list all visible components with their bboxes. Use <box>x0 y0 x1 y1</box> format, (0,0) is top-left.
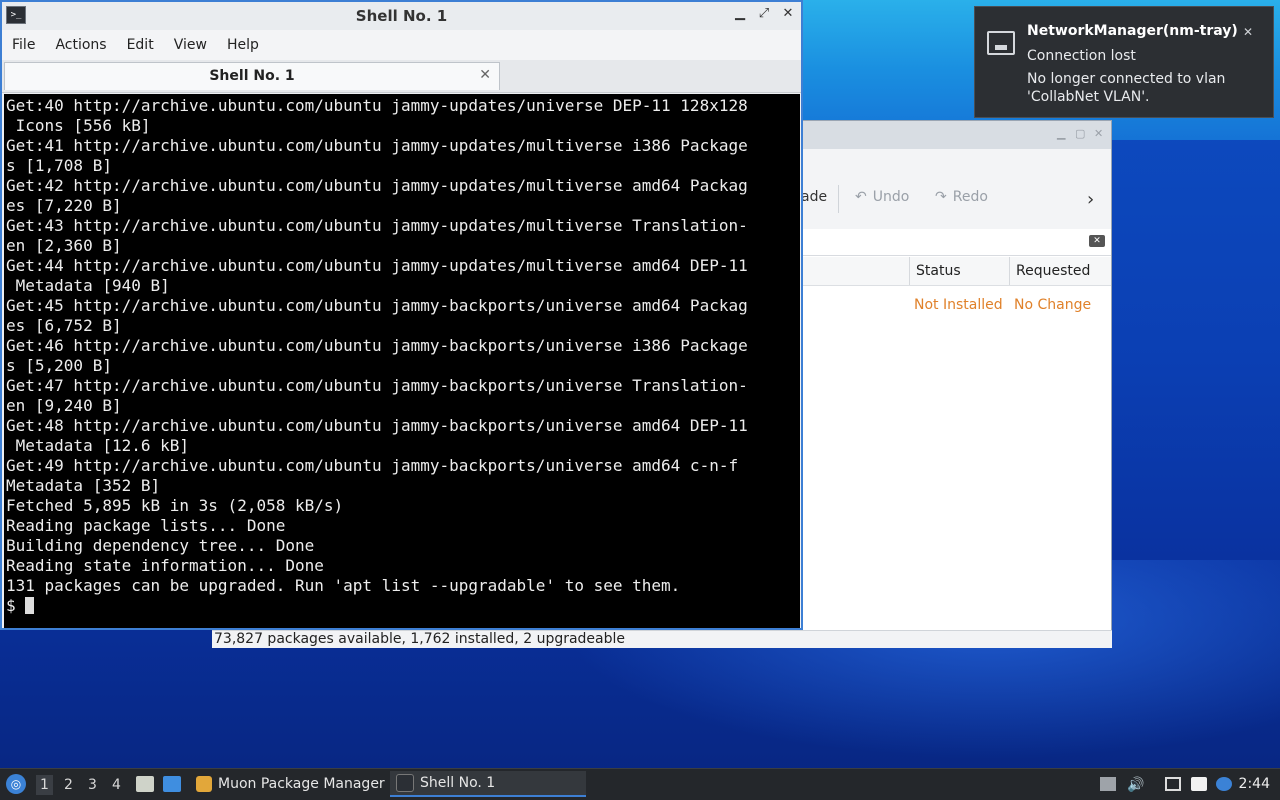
window-title: Shell No. 1 <box>355 7 448 25</box>
menubar: File Actions Edit View Help <box>2 30 801 60</box>
terminal-titlebar[interactable]: >_ Shell No. 1 ▁ ⤢ ✕ <box>2 2 801 31</box>
column-status[interactable]: Status <box>916 263 961 279</box>
terminal-line: Get:48 http://archive.ubuntu.com/ubuntu … <box>6 416 748 435</box>
row-requested[interactable]: No Change <box>1014 297 1091 313</box>
muon-titlebar[interactable]: ▁ ▢ ✕ <box>801 121 1111 150</box>
update-icon[interactable] <box>1100 777 1116 791</box>
menu-file[interactable]: File <box>12 37 45 53</box>
network-icon <box>987 31 1015 55</box>
terminal-line: es [6,752 B] <box>6 316 122 335</box>
workspace-2[interactable]: 2 <box>64 777 73 793</box>
terminal-line: Fetched 5,895 kB in 3s (2,058 kB/s) <box>6 496 344 515</box>
close-icon[interactable]: ✕ <box>781 6 795 21</box>
terminal-output[interactable]: Get:40 http://archive.ubuntu.com/ubuntu … <box>4 94 800 628</box>
terminal-line: Reading package lists... Done <box>6 516 286 535</box>
undo-label: Undo <box>872 189 910 205</box>
upgrade-button[interactable]: ade <box>801 189 827 205</box>
muon-window: ▁ ▢ ✕ ade ↶ Undo ↷ Redo › ✕ Status Reque… <box>800 120 1112 648</box>
terminal-line: es [7,220 B] <box>6 196 122 215</box>
clipboard-icon[interactable] <box>1191 777 1207 791</box>
redo-button[interactable]: ↷ Redo <box>935 189 988 205</box>
task-label: Muon Package Manager <box>218 776 385 792</box>
chevron-right-icon[interactable]: › <box>1087 189 1094 210</box>
terminal-line: Get:42 http://archive.ubuntu.com/ubuntu … <box>6 176 748 195</box>
app-menu-icon[interactable]: ◎ <box>6 774 26 794</box>
task-shell[interactable]: Shell No. 1 <box>390 771 586 797</box>
terminal-line: Building dependency tree... Done <box>6 536 315 555</box>
close-icon[interactable]: ✕ <box>1094 127 1103 140</box>
terminal-line: Metadata [12.6 kB] <box>6 436 190 455</box>
terminal-line: Get:43 http://archive.ubuntu.com/ubuntu … <box>6 216 748 235</box>
menu-edit[interactable]: Edit <box>117 37 164 53</box>
taskbar: ◎ 1 2 3 4 Muon Package Manager Shell No.… <box>0 768 1280 800</box>
desktop-icon[interactable] <box>163 776 181 792</box>
minimize-icon[interactable]: ▁ <box>1057 127 1065 140</box>
task-muon[interactable]: Muon Package Manager <box>190 771 391 797</box>
terminal-line: en [9,240 B] <box>6 396 122 415</box>
menu-help[interactable]: Help <box>217 37 269 53</box>
notification-icon[interactable] <box>1216 777 1232 791</box>
maximize-icon[interactable]: ⤢ <box>757 6 771 21</box>
close-icon[interactable]: ✕ <box>1243 25 1253 39</box>
muon-icon <box>196 776 212 792</box>
task-label: Shell No. 1 <box>420 775 496 791</box>
terminal-icon <box>396 774 414 792</box>
cursor <box>25 597 35 614</box>
notification-line: No longer connected to vlan <box>1027 71 1226 87</box>
terminal-line: Get:49 http://archive.ubuntu.com/ubuntu … <box>6 456 739 475</box>
menu-view[interactable]: View <box>164 37 217 53</box>
minimize-icon[interactable]: ▁ <box>733 6 747 21</box>
column-separator <box>1009 257 1010 285</box>
clock[interactable]: 2:44 <box>1239 776 1270 792</box>
terminal-line: Get:47 http://archive.ubuntu.com/ubuntu … <box>6 376 748 395</box>
network-icon[interactable] <box>1165 777 1181 791</box>
toolbar-separator <box>838 185 839 213</box>
menu-actions[interactable]: Actions <box>45 37 116 53</box>
search-input[interactable]: ✕ <box>801 229 1111 256</box>
column-requested[interactable]: Requested <box>1016 263 1090 279</box>
row-status[interactable]: Not Installed <box>914 297 1003 313</box>
volume-icon[interactable]: 🔊 <box>1127 777 1144 793</box>
workspace-4[interactable]: 4 <box>112 777 121 793</box>
terminal-line: Get:44 http://archive.ubuntu.com/ubuntu … <box>6 256 748 275</box>
file-manager-icon[interactable] <box>136 776 154 792</box>
terminal-line: Reading state information... Done <box>6 556 324 575</box>
tab-shell-1[interactable]: Shell No. 1 ✕ <box>4 62 500 90</box>
terminal-line: Get:40 http://archive.ubuntu.com/ubuntu … <box>6 96 748 115</box>
workspace-1[interactable]: 1 <box>36 775 53 795</box>
upgrade-button-label: ade <box>801 189 828 205</box>
notification-title: NetworkManager(nm-tray) <box>1027 23 1238 39</box>
tab-title: Shell No. 1 <box>209 68 295 84</box>
tab-close-icon[interactable]: ✕ <box>479 67 491 83</box>
undo-button[interactable]: ↶ Undo <box>855 189 909 205</box>
terminal-line: Get:45 http://archive.ubuntu.com/ubuntu … <box>6 296 748 315</box>
tab-bar: Shell No. 1 ✕ <box>2 60 801 93</box>
notification-line: Connection lost <box>1027 48 1136 64</box>
maximize-icon[interactable]: ▢ <box>1075 127 1085 140</box>
terminal-line: Metadata [940 B] <box>6 276 170 295</box>
undo-icon: ↶ <box>855 189 867 205</box>
terminal-line: Get:46 http://archive.ubuntu.com/ubuntu … <box>6 336 748 355</box>
muon-status-bar: 73,827 packages available, 1,762 install… <box>212 630 1112 648</box>
terminal-line: s [5,200 B] <box>6 356 112 375</box>
redo-icon: ↷ <box>935 189 947 205</box>
column-separator <box>909 257 910 285</box>
clear-search-icon[interactable]: ✕ <box>1089 235 1105 247</box>
terminal-window: >_ Shell No. 1 ▁ ⤢ ✕ File Actions Edit V… <box>0 0 803 630</box>
terminal-line: en [2,360 B] <box>6 236 122 255</box>
notification-body: Connection lost No longer connected to v… <box>1027 47 1225 111</box>
terminal-prompt-line[interactable]: $ <box>6 596 800 616</box>
notification[interactable]: NetworkManager(nm-tray) ✕ Connection los… <box>974 6 1274 118</box>
terminal-line: Metadata [352 B] <box>6 476 161 495</box>
package-table-header: Status Requested <box>801 257 1111 286</box>
terminal-line: Icons [556 kB] <box>6 116 151 135</box>
prompt: $ <box>6 596 26 615</box>
redo-label: Redo <box>952 189 988 205</box>
terminal-line: 131 packages can be upgraded. Run 'apt l… <box>6 576 681 595</box>
terminal-line: Get:41 http://archive.ubuntu.com/ubuntu … <box>6 136 748 155</box>
workspace-3[interactable]: 3 <box>88 777 97 793</box>
notification-line: 'CollabNet VLAN'. <box>1027 89 1150 105</box>
terminal-line: s [1,708 B] <box>6 156 112 175</box>
